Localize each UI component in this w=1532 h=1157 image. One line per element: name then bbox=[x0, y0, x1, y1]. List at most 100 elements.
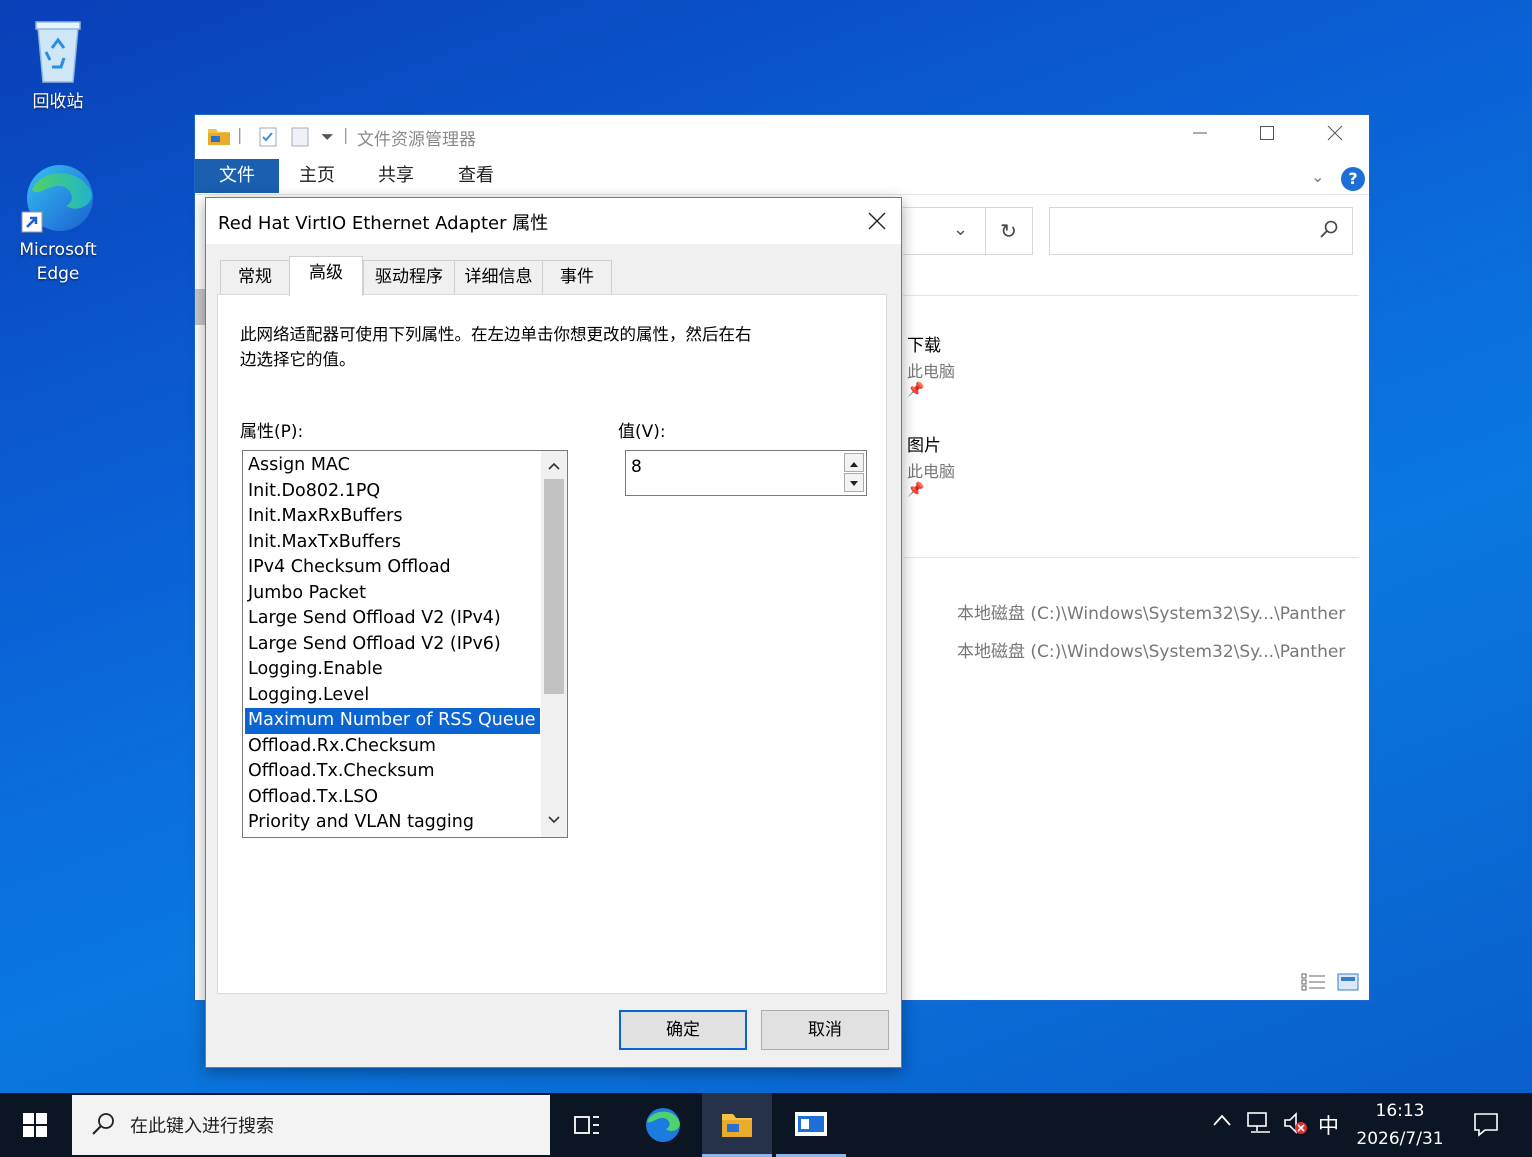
list-item[interactable]: Init.Do802.1PQ bbox=[243, 479, 567, 505]
scroll-up-icon[interactable] bbox=[547, 457, 561, 475]
ribbon-tab-file[interactable]: 文件 bbox=[195, 159, 279, 193]
minimize-button[interactable] bbox=[1177, 121, 1223, 153]
volume-muted-icon[interactable] bbox=[1282, 1111, 1308, 1139]
ribbon-expand-icon[interactable]: ⌄ bbox=[1311, 167, 1324, 186]
maximize-button[interactable] bbox=[1244, 121, 1290, 153]
start-button[interactable] bbox=[0, 1093, 70, 1157]
tab-driver[interactable]: 驱动程序 bbox=[363, 260, 455, 294]
qat-separator: | bbox=[237, 125, 243, 144]
ok-button[interactable]: 确定 bbox=[619, 1010, 747, 1050]
scroll-stub bbox=[195, 289, 205, 325]
properties-icon[interactable] bbox=[259, 127, 277, 151]
list-item[interactable]: Init.MaxTxBuffers bbox=[243, 530, 567, 556]
list-item[interactable]: Jumbo Packet bbox=[243, 581, 567, 607]
list-item[interactable]: Offload.Rx.Checksum bbox=[243, 734, 567, 760]
quick-access-pictures[interactable]: 图片 此电脑 📌 bbox=[907, 431, 955, 498]
quick-access-downloads[interactable]: 下载 此电脑 📌 bbox=[907, 331, 955, 398]
quick-access-sub: 此电脑 bbox=[907, 462, 956, 481]
folder-icon bbox=[722, 1113, 752, 1137]
adapter-properties-dialog[interactable]: Red Hat VirtIO Ethernet Adapter 属性 常规 高级… bbox=[205, 197, 902, 1068]
list-item[interactable]: Large Send Offload V2 (IPv6) bbox=[243, 632, 567, 658]
address-dropdown-icon[interactable]: ⌄ bbox=[953, 219, 968, 240]
help-icon[interactable]: ? bbox=[1341, 167, 1365, 191]
explorer-ribbon: 文件 主页 共享 查看 ⌄ ? bbox=[195, 159, 1369, 195]
taskbar-search-placeholder: 在此键入进行搜索 bbox=[130, 1116, 274, 1137]
value-label: 值(V): bbox=[618, 422, 666, 442]
clock[interactable]: 16:13 2026/7/31 bbox=[1352, 1097, 1448, 1153]
value-spin-box[interactable]: 8 bbox=[625, 450, 867, 496]
explorer-titlebar[interactable]: | ⏷ | 文件资源管理器 bbox=[195, 115, 1369, 159]
list-item[interactable]: Init.MaxRxBuffers bbox=[243, 504, 567, 530]
spin-down-button[interactable] bbox=[844, 473, 864, 492]
scroll-down-icon[interactable] bbox=[547, 811, 561, 829]
edge-label-line1: Microsoft bbox=[19, 240, 97, 260]
property-list: Assign MAC Init.Do802.1PQ Init.MaxRxBuff… bbox=[243, 451, 567, 836]
list-item[interactable]: Logging.Level bbox=[243, 683, 567, 709]
clock-date: 2026/7/31 bbox=[1356, 1129, 1444, 1149]
list-item[interactable]: Large Send Offload V2 (IPv4) bbox=[243, 606, 567, 632]
advanced-tab-panel: 此网络适配器可使用下列属性。在左边单击你想更改的属性，然后在右 边选择它的值。 … bbox=[217, 294, 887, 994]
desktop-icon-edge[interactable]: Microsoft Edge bbox=[8, 160, 108, 286]
folder-icon bbox=[207, 125, 231, 151]
spin-up-button[interactable] bbox=[844, 453, 864, 472]
qat-dropdown-icon[interactable]: ⏷ bbox=[321, 127, 334, 147]
quick-access-sub: 此电脑 bbox=[907, 362, 956, 381]
list-item[interactable]: Offload.Tx.LSO bbox=[243, 785, 567, 811]
qat-separator-2: | bbox=[343, 125, 349, 144]
recent-file-path[interactable]: 本地磁盘 (C:)\Windows\System32\Sy...\Panther bbox=[957, 599, 1345, 624]
recycle-bin-icon bbox=[26, 14, 90, 88]
ribbon-tab-share[interactable]: 共享 bbox=[358, 159, 434, 193]
edge-icon bbox=[21, 160, 93, 236]
tab-events[interactable]: 事件 bbox=[542, 260, 612, 294]
details-view-icon[interactable] bbox=[1301, 973, 1327, 995]
tab-details[interactable]: 详细信息 bbox=[454, 260, 543, 294]
value-field[interactable]: 8 bbox=[631, 457, 642, 477]
taskbar: 在此键入进行搜索 中 16:13 2026/7/31 bbox=[0, 1093, 1532, 1157]
network-icon[interactable] bbox=[1246, 1111, 1272, 1139]
description-line-2: 边选择它的值。 bbox=[240, 350, 356, 369]
quick-access-name: 下载 bbox=[907, 336, 941, 356]
ribbon-tab-home[interactable]: 主页 bbox=[279, 159, 355, 193]
pin-icon: 📌 bbox=[907, 382, 925, 398]
taskbar-edge-button[interactable] bbox=[628, 1093, 698, 1157]
ribbon-tab-view[interactable]: 查看 bbox=[438, 159, 514, 193]
list-item[interactable]: Priority and VLAN tagging bbox=[243, 810, 567, 836]
search-icon bbox=[1319, 219, 1339, 243]
close-button[interactable] bbox=[1312, 121, 1358, 153]
property-list-scrollbar[interactable] bbox=[541, 451, 567, 837]
list-item[interactable]: Assign MAC bbox=[243, 453, 567, 479]
task-view-icon bbox=[574, 1116, 599, 1134]
taskbar-search[interactable]: 在此键入进行搜索 bbox=[72, 1095, 550, 1155]
dialog-close-button[interactable] bbox=[862, 206, 892, 236]
edge-label-line2: Edge bbox=[36, 264, 80, 284]
dialog-title: Red Hat VirtIO Ethernet Adapter 属性 bbox=[218, 213, 549, 234]
pin-icon: 📌 bbox=[907, 482, 925, 498]
list-item[interactable]: Offload.Tx.Checksum bbox=[243, 759, 567, 785]
notification-center-icon[interactable] bbox=[1472, 1111, 1500, 1141]
cancel-button[interactable]: 取消 bbox=[761, 1010, 889, 1050]
new-folder-icon[interactable] bbox=[291, 127, 309, 151]
task-view-button[interactable] bbox=[552, 1093, 622, 1157]
list-item[interactable]: IPv4 Checksum Offload bbox=[243, 555, 567, 581]
desktop-icon-recycle-bin[interactable]: 回收站 bbox=[8, 14, 108, 114]
tab-general[interactable]: 常规 bbox=[220, 260, 290, 294]
scroll-thumb[interactable] bbox=[544, 479, 564, 694]
ime-indicator[interactable]: 中 bbox=[1318, 1110, 1339, 1140]
tab-advanced[interactable]: 高级 bbox=[289, 256, 363, 296]
refresh-button[interactable]: ↻ bbox=[985, 207, 1031, 255]
dialog-titlebar[interactable]: Red Hat VirtIO Ethernet Adapter 属性 bbox=[206, 198, 901, 244]
quick-access-name: 图片 bbox=[907, 436, 941, 456]
list-item-selected[interactable]: Maximum Number of RSS Queue bbox=[245, 708, 540, 734]
large-icons-view-icon[interactable] bbox=[1337, 973, 1359, 995]
list-item[interactable]: Logging.Enable bbox=[243, 657, 567, 683]
property-label: 属性(P): bbox=[240, 422, 304, 442]
nav-divider bbox=[903, 295, 1359, 296]
taskbar-control-panel-button[interactable] bbox=[776, 1093, 846, 1157]
recent-file-path[interactable]: 本地磁盘 (C:)\Windows\System32\Sy...\Panther bbox=[957, 637, 1345, 662]
taskbar-explorer-button[interactable] bbox=[702, 1093, 772, 1157]
show-hidden-icons-icon[interactable] bbox=[1212, 1113, 1232, 1131]
recycle-bin-label: 回收站 bbox=[32, 92, 84, 112]
property-listbox[interactable]: Assign MAC Init.Do802.1PQ Init.MaxRxBuff… bbox=[242, 450, 568, 838]
search-box[interactable] bbox=[1049, 207, 1353, 255]
edge-icon bbox=[646, 1108, 680, 1142]
